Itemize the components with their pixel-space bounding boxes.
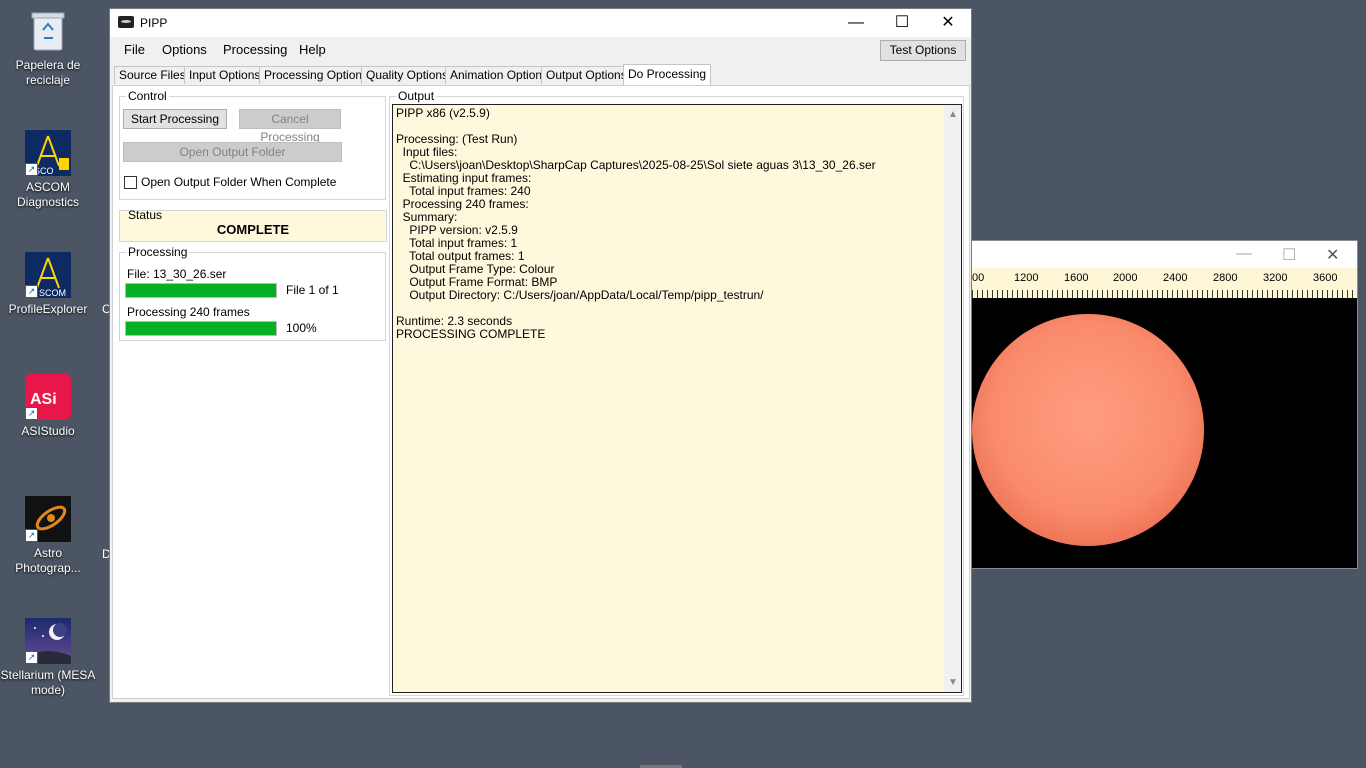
pipp-window: PIPP — ☐ ✕ File Options Processing Help …	[109, 8, 972, 703]
tab-input-options[interactable]: Input Options	[184, 66, 266, 84]
output-text: PIPP x86 (v2.5.9) Processing: (Test Run)…	[396, 106, 876, 341]
tab-do-processing[interactable]: Do Processing	[623, 64, 712, 86]
output-legend: Output	[396, 89, 437, 103]
output-textbox[interactable]: PIPP x86 (v2.5.9) Processing: (Test Run)…	[392, 104, 962, 693]
ruler-tick: 1600	[1064, 272, 1089, 284]
pipp-app-icon	[118, 16, 134, 28]
minimize-icon[interactable]: —	[1236, 245, 1252, 263]
status-legend: Status	[128, 208, 163, 222]
svg-text:SCOM: SCOM	[39, 288, 66, 298]
svg-text:ASi: ASi	[30, 391, 57, 408]
recycle-bin-icon	[25, 8, 71, 54]
desktop-icon-label: Papelera de reciclaje	[15, 58, 81, 87]
frames-label: Processing 240 frames	[127, 305, 250, 319]
shortcut-arrow-icon: ↗	[25, 163, 38, 176]
ruler-tick: 3200	[1263, 272, 1288, 284]
ruler-tick: 00	[972, 272, 985, 284]
desktop-icon-stellarium[interactable]: ↗ Stellarium (MESA mode)	[0, 618, 96, 698]
tab-quality-options[interactable]: Quality Options	[361, 66, 454, 84]
shortcut-arrow-icon: ↗	[25, 407, 38, 420]
desktop-icon-label: ASIStudio	[21, 424, 75, 438]
menu-help[interactable]: Help	[299, 42, 326, 57]
processing-group: Processing File: 13_30_26.ser File 1 of …	[119, 245, 386, 341]
ruler-tick: 2000	[1113, 272, 1138, 284]
scroll-down-icon[interactable]: ▼	[948, 677, 958, 688]
menu-options[interactable]: Options	[162, 42, 207, 57]
maximize-icon[interactable]: ☐	[1282, 245, 1296, 265]
desktop-icon-label: ProfileExplorer	[8, 302, 88, 316]
desktop-icon-label: Stellarium (MESA mode)	[0, 668, 96, 697]
cancel-processing-button[interactable]: Cancel Processing	[239, 109, 341, 144]
astro-photography-icon: ↗	[25, 496, 71, 542]
desktop-icon-profileexplorer[interactable]: SCOM ↗ ProfileExplorer	[0, 252, 96, 317]
asi-icon: ASi ↗	[25, 374, 71, 420]
stellarium-icon: ↗	[25, 618, 71, 664]
open-output-folder-button[interactable]: Open Output Folder	[123, 142, 342, 162]
image-viewer-window[interactable]: — ☐ ✕ 00 1200 1600 2000 2400 2800 3200 3…	[971, 240, 1358, 569]
close-button[interactable]: ✕	[925, 9, 971, 37]
frames-progress-fill	[126, 322, 276, 335]
ruler-tick: 3600	[1313, 272, 1338, 284]
open-when-complete-label: Open Output Folder When Complete	[141, 175, 337, 189]
desktop-icon-recycle-bin[interactable]: Papelera de reciclaje	[0, 8, 96, 88]
do-processing-page: Control Start Processing Cancel Processi…	[112, 85, 970, 699]
control-legend: Control	[126, 89, 169, 103]
scroll-up-icon[interactable]: ▲	[948, 109, 958, 120]
ruler-tick: 1200	[1014, 272, 1039, 284]
sun-image	[972, 314, 1204, 546]
frames-progress-bar	[125, 321, 277, 336]
ascom-icon: SCO ↗	[25, 130, 71, 176]
minimize-button[interactable]: —	[833, 9, 879, 37]
frames-progress-text: 100%	[286, 321, 317, 335]
desktop-icon-label: Astro Photograp...	[15, 546, 81, 575]
ruler-tick: 2400	[1163, 272, 1188, 284]
open-when-complete-checkbox[interactable]	[124, 176, 137, 189]
status-value: COMPLETE	[216, 222, 290, 237]
titlebar: PIPP — ☐ ✕	[110, 9, 971, 37]
tab-processing-options[interactable]: Processing Options	[259, 66, 374, 84]
file-progress-bar	[125, 283, 277, 298]
control-group: Control Start Processing Cancel Processi…	[119, 89, 386, 200]
tab-source-files[interactable]: Source Files	[114, 66, 191, 84]
shortcut-arrow-icon: ↗	[25, 285, 38, 298]
menu-processing[interactable]: Processing	[223, 42, 287, 57]
desktop-icon-astro-photography[interactable]: ↗ Astro Photograp...	[0, 496, 96, 576]
ruler-tick: 2800	[1213, 272, 1238, 284]
window-title: PIPP	[140, 16, 168, 30]
processing-legend: Processing	[126, 245, 190, 259]
start-processing-button[interactable]: Start Processing	[123, 109, 227, 129]
output-scrollbar[interactable]: ▲ ▼	[944, 105, 961, 692]
desktop-icon-ascom-diagnostics[interactable]: SCO ↗ ASCOM Diagnostics	[0, 130, 96, 210]
desktop-icon-label: ASCOM Diagnostics	[16, 180, 80, 209]
test-options-button[interactable]: Test Options	[880, 40, 966, 61]
file-progress-fill	[126, 284, 276, 297]
tab-output-options[interactable]: Output Options	[541, 66, 632, 84]
menu-file[interactable]: File	[124, 42, 145, 57]
desktop-icon-asistudio[interactable]: ASi ↗ ASIStudio	[0, 374, 96, 439]
maximize-button[interactable]: ☐	[879, 9, 925, 37]
close-icon[interactable]: ✕	[1326, 245, 1339, 265]
ruler-marks	[972, 290, 1357, 298]
status-group: Status COMPLETE	[119, 208, 387, 242]
tab-animation-options[interactable]: Animation Options	[445, 66, 554, 84]
file-progress-text: File 1 of 1	[286, 283, 339, 297]
file-label: File: 13_30_26.ser	[127, 267, 227, 281]
viewer-titlebar: — ☐ ✕	[972, 241, 1357, 268]
shortcut-arrow-icon: ↗	[25, 651, 38, 664]
menubar: File Options Processing Help Test Option…	[110, 37, 971, 61]
ascom-icon: SCOM ↗	[25, 252, 71, 298]
shortcut-arrow-icon: ↗	[25, 529, 38, 542]
viewer-ruler: 00 1200 1600 2000 2400 2800 3200 3600	[972, 268, 1357, 298]
